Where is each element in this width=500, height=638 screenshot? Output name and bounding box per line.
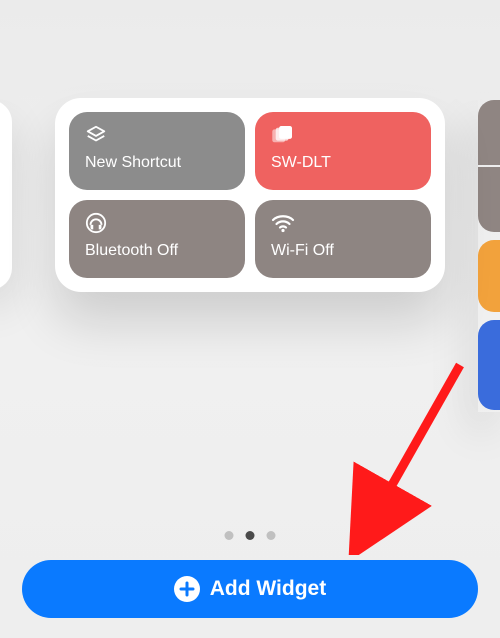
- shortcut-tile-wifi-off[interactable]: Wi-Fi Off: [255, 200, 431, 278]
- add-widget-label: Add Widget: [210, 577, 326, 601]
- plus-circle-icon: [174, 576, 200, 602]
- cards-icon: [271, 125, 295, 150]
- tile-label: New Shortcut: [85, 154, 229, 172]
- shortcut-tile-sw-dlt[interactable]: SW-DLT: [255, 112, 431, 190]
- page-dot[interactable]: [225, 531, 234, 540]
- shortcut-tile-new-shortcut[interactable]: New Shortcut: [69, 112, 245, 190]
- tile-label: Wi-Fi Off: [271, 242, 415, 260]
- page-dot-active[interactable]: [246, 531, 255, 540]
- widget-preview-right-edge[interactable]: [478, 100, 500, 412]
- stack-icon: [85, 124, 107, 151]
- pagination-dots[interactable]: [225, 531, 276, 540]
- annotation-arrow: [330, 355, 480, 555]
- tile-label: Bluetooth Off: [85, 242, 229, 260]
- tile-label: SW-DLT: [271, 154, 415, 172]
- add-widget-button[interactable]: Add Widget: [22, 560, 478, 618]
- shortcuts-widget-card[interactable]: New Shortcut SW-DLT Bluetoot: [55, 98, 445, 292]
- headphones-icon: [85, 212, 107, 239]
- shortcut-tile-bluetooth-off[interactable]: Bluetooth Off: [69, 200, 245, 278]
- wifi-icon: [271, 213, 295, 238]
- widget-preview-left-edge[interactable]: [0, 100, 12, 290]
- page-dot[interactable]: [267, 531, 276, 540]
